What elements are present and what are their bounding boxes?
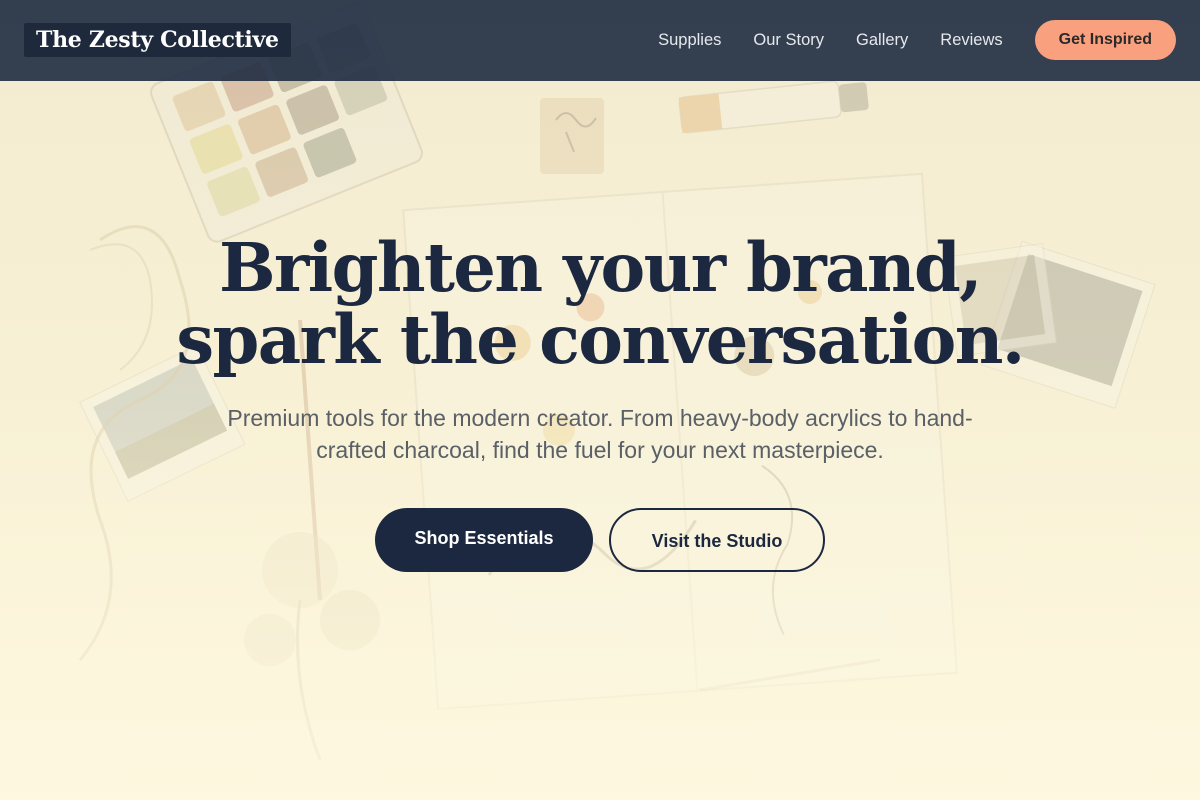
hero-actions: Shop Essentials Visit the Studio xyxy=(0,508,1200,572)
hero-headline: Brighten your brand, spark the conversat… xyxy=(0,232,1200,376)
shop-essentials-button[interactable]: Shop Essentials xyxy=(375,508,593,572)
nav-link-our-story[interactable]: Our Story xyxy=(753,31,824,50)
hero-headline-line-1: Brighten your brand, xyxy=(219,228,983,307)
hero-subtitle-line-1: Premium tools for the modern creator. Fr… xyxy=(227,405,973,431)
hero-section: Brighten your brand, spark the conversat… xyxy=(0,232,1200,572)
nav-link-supplies[interactable]: Supplies xyxy=(658,31,721,50)
nav-links: Supplies Our Story Gallery Reviews Get I… xyxy=(658,20,1176,60)
hero-subtitle: Premium tools for the modern creator. Fr… xyxy=(180,402,1020,466)
visit-the-studio-button[interactable]: Visit the Studio xyxy=(609,508,825,572)
nav-link-reviews[interactable]: Reviews xyxy=(940,31,1002,50)
get-inspired-button[interactable]: Get Inspired xyxy=(1034,20,1176,60)
hero-subtitle-line-2: crafted charcoal, find the fuel for your… xyxy=(316,437,884,463)
brand-logo[interactable]: The Zesty Collective xyxy=(24,23,291,57)
nav-link-gallery[interactable]: Gallery xyxy=(856,31,908,50)
hero-headline-line-2: spark the conversation. xyxy=(176,300,1025,379)
top-navigation-bar: The Zesty Collective Supplies Our Story … xyxy=(0,0,1200,81)
